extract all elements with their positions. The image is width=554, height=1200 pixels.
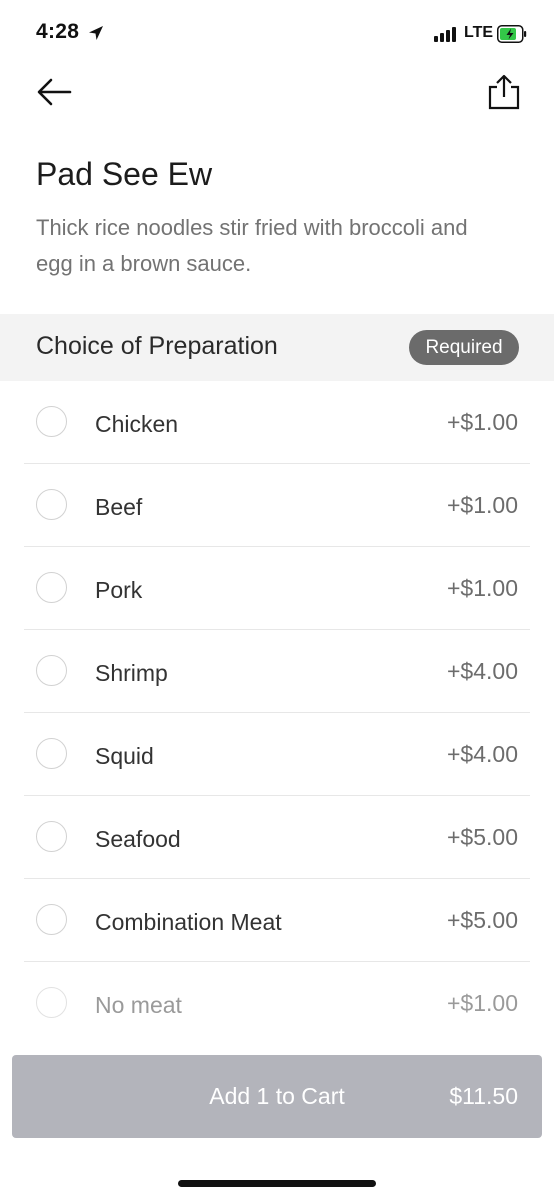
- battery-icon: [497, 25, 527, 43]
- option-label: No meat: [95, 992, 182, 1018]
- radio-button[interactable]: [36, 987, 67, 1018]
- radio-button[interactable]: [36, 489, 67, 520]
- option-label: Beef: [95, 494, 143, 520]
- radio-button[interactable]: [36, 406, 67, 437]
- option-price: +$4.00: [447, 658, 518, 684]
- option-price: +$4.00: [447, 741, 518, 767]
- option-no-meat[interactable]: No meat +$1.00: [0, 962, 554, 1045]
- radio-button[interactable]: [36, 572, 67, 603]
- option-combination-meat[interactable]: Combination Meat +$5.00: [0, 879, 554, 962]
- status-bar: 4:28 LTE: [0, 0, 554, 70]
- option-label: Seafood: [95, 826, 181, 852]
- option-price: +$5.00: [447, 824, 518, 850]
- back-button[interactable]: [34, 74, 74, 110]
- option-chicken[interactable]: Chicken +$1.00: [0, 381, 554, 464]
- radio-button[interactable]: [36, 738, 67, 769]
- option-label: Shrimp: [95, 660, 168, 686]
- option-pork[interactable]: Pork +$1.00: [0, 547, 554, 630]
- location-arrow-icon: [89, 26, 103, 40]
- preparation-options-list: Chicken +$1.00 Beef +$1.00 Pork +$1.00 S…: [0, 381, 554, 1045]
- section-header: Choice of Preparation Required: [0, 314, 554, 381]
- section-title: Choice of Preparation: [36, 332, 278, 360]
- network-type: LTE: [464, 24, 494, 41]
- option-price: +$1.00: [447, 409, 518, 435]
- required-badge: Required: [409, 330, 519, 365]
- share-icon: [488, 74, 520, 110]
- arrow-left-icon: [37, 78, 72, 106]
- add-to-cart-button[interactable]: Add 1 to Cart $11.50: [12, 1055, 542, 1138]
- home-indicator[interactable]: [178, 1180, 376, 1187]
- option-price: +$5.00: [447, 907, 518, 933]
- cart-total-price: $11.50: [449, 1083, 518, 1109]
- option-label: Chicken: [95, 411, 179, 437]
- radio-button[interactable]: [36, 821, 67, 852]
- option-price: +$1.00: [447, 575, 518, 601]
- item-title: Pad See Ew: [36, 156, 213, 192]
- option-seafood[interactable]: Seafood +$5.00: [0, 796, 554, 879]
- item-description: Thick rice noodles stir fried with brocc…: [36, 215, 468, 276]
- option-label: Combination Meat: [95, 909, 282, 935]
- option-price: +$1.00: [447, 492, 518, 518]
- signal-strength-icon: [434, 26, 460, 42]
- share-button[interactable]: [486, 72, 522, 112]
- radio-button[interactable]: [36, 904, 67, 935]
- option-label: Squid: [95, 743, 154, 769]
- option-shrimp[interactable]: Shrimp +$4.00: [0, 630, 554, 713]
- option-squid[interactable]: Squid +$4.00: [0, 713, 554, 796]
- radio-button[interactable]: [36, 655, 67, 686]
- status-time: 4:28: [36, 20, 80, 43]
- option-label: Pork: [95, 577, 143, 603]
- option-beef[interactable]: Beef +$1.00: [0, 464, 554, 547]
- option-price: +$1.00: [447, 990, 518, 1016]
